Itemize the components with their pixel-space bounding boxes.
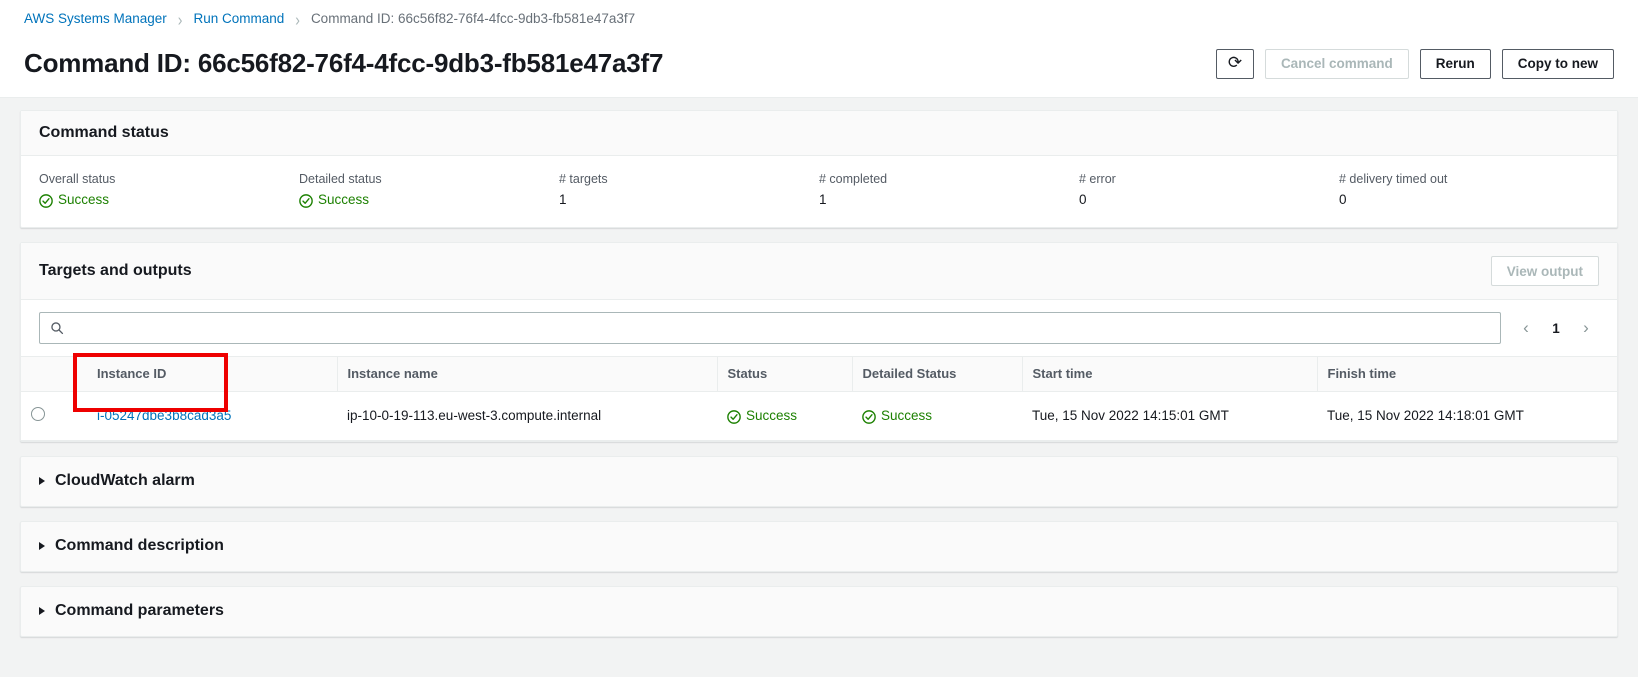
detailed-status-badge-text: Success (881, 408, 933, 423)
search-icon (51, 322, 64, 335)
targets-and-outputs-panel: Targets and outputs View output ‹ 1 › In… (20, 242, 1618, 442)
column-instance-name[interactable]: Instance name (336, 356, 717, 392)
status-field-value: Success (39, 192, 299, 208)
column-detailed-status[interactable]: Detailed Status (851, 356, 1022, 392)
status-field-label: # targets (559, 172, 608, 186)
breadcrumb-item-aws-systems-manager[interactable]: AWS Systems Manager (24, 11, 167, 26)
targets-table: Instance ID Instance name Status Detaile… (21, 356, 1617, 441)
rerun-button[interactable]: Rerun (1419, 48, 1491, 79)
row-select-cell[interactable] (21, 391, 67, 441)
success-check-icon (727, 409, 741, 424)
refresh-icon: ⟳ (1227, 53, 1243, 72)
status-field-detailed-status: Detailed status Success (299, 172, 559, 208)
breadcrumb-item-current: Command ID: 66c56f82-76f4-4fcc-9db3-fb58… (310, 11, 636, 26)
pagination-page-1[interactable]: 1 (1543, 315, 1569, 341)
status-field-label: # error (1079, 172, 1116, 186)
table-tools: ‹ 1 › (21, 300, 1617, 356)
row-radio-button[interactable] (31, 407, 45, 421)
status-field-label: Overall status (39, 172, 116, 186)
status-field-text: Success (58, 192, 110, 207)
status-field-label: # delivery timed out (1339, 172, 1448, 186)
status-field-value: Success (299, 192, 559, 208)
status-field-error: # error 0 (1079, 172, 1339, 207)
column-status[interactable]: Status (716, 356, 852, 392)
success-check-icon (39, 193, 53, 208)
status-field-value: 0 (1079, 192, 1087, 207)
column-finish-time[interactable]: Finish time (1316, 356, 1617, 392)
targets-title: Targets and outputs (39, 262, 192, 279)
search-input[interactable] (72, 319, 1490, 337)
detailed-status-badge: Success (862, 408, 1012, 424)
cell-instance-name: ip-10-0-19-113.eu-west-3.compute.interna… (337, 391, 717, 441)
instance-id-link[interactable]: i-05247dbe3b8cad3a5 (97, 408, 231, 423)
section-label: Command parameters (55, 602, 224, 619)
page-content: Command status Overall status Success De… (0, 98, 1638, 637)
page-root: AWS Systems Manager › Run Command › Comm… (0, 0, 1638, 677)
column-select (21, 356, 67, 392)
command-status-panel: Command status Overall status Success De… (20, 110, 1618, 228)
cancel-command-button[interactable]: Cancel command (1264, 48, 1409, 79)
status-badge-text: Success (746, 408, 798, 423)
targets-table-body: i-05247dbe3b8cad3a5 ip-10-0-19-113.eu-we… (21, 391, 1617, 441)
cell-instance-id: i-05247dbe3b8cad3a5 (67, 391, 337, 441)
chevron-right-icon (39, 542, 45, 550)
column-start-time[interactable]: Start time (1021, 356, 1317, 392)
status-field-value: 1 (819, 192, 827, 207)
copy-to-new-button[interactable]: Copy to new (1501, 48, 1614, 79)
table-header-row: Instance ID Instance name Status Detaile… (21, 356, 1617, 392)
cell-status: Success (717, 391, 852, 441)
command-status-title: Command status (39, 124, 169, 141)
targets-table-head: Instance ID Instance name Status Detaile… (21, 356, 1617, 392)
command-status-grid: Overall status Success Detailed status S… (21, 156, 1617, 227)
section-label: CloudWatch alarm (55, 472, 195, 489)
breadcrumb-separator-icon: › (295, 8, 300, 29)
breadcrumb: AWS Systems Manager › Run Command › Comm… (0, 0, 1638, 38)
cell-start-time: Tue, 15 Nov 2022 14:15:01 GMT (1022, 391, 1317, 441)
chevron-right-icon (39, 477, 45, 485)
view-output-button[interactable]: View output (1490, 256, 1599, 286)
section-command-parameters[interactable]: Command parameters (20, 586, 1618, 637)
command-status-header: Command status (21, 111, 1617, 156)
cell-detailed-status: Success (852, 391, 1022, 441)
targets-header: Targets and outputs View output (21, 243, 1617, 300)
section-command-description[interactable]: Command description (20, 521, 1618, 572)
header-actions: ⟳ Cancel command Rerun Copy to new (1215, 48, 1614, 79)
table-row[interactable]: i-05247dbe3b8cad3a5 ip-10-0-19-113.eu-we… (21, 391, 1617, 441)
status-field-label: # completed (819, 172, 888, 186)
chevron-right-icon (39, 607, 45, 615)
status-field-targets: # targets 1 (559, 172, 819, 207)
status-field-value: 0 (1339, 192, 1347, 207)
refresh-button[interactable]: ⟳ (1215, 48, 1254, 79)
section-cloudwatch-alarm[interactable]: CloudWatch alarm (20, 456, 1618, 507)
status-field-completed: # completed 1 (819, 172, 1079, 207)
page-title: Command ID: 66c56f82-76f4-4fcc-9db3-fb58… (24, 48, 664, 78)
pagination-next-icon[interactable]: › (1573, 315, 1599, 341)
pagination-prev-icon[interactable]: ‹ (1513, 315, 1539, 341)
status-field-value: 1 (559, 192, 567, 207)
cell-finish-time: Tue, 15 Nov 2022 14:18:01 GMT (1317, 391, 1617, 441)
section-label: Command description (55, 537, 224, 554)
status-field-overall-status: Overall status Success (39, 172, 299, 208)
breadcrumb-separator-icon: › (177, 8, 183, 29)
status-field-text: Success (318, 192, 370, 207)
status-field-delivery-timed-out: # delivery timed out 0 (1339, 172, 1599, 207)
success-check-icon (862, 409, 876, 424)
breadcrumb-item-run-command[interactable]: Run Command (193, 11, 284, 26)
success-check-icon (299, 193, 313, 208)
pagination: ‹ 1 › (1513, 315, 1599, 341)
status-field-label: Detailed status (299, 172, 382, 186)
page-header: Command ID: 66c56f82-76f4-4fcc-9db3-fb58… (0, 38, 1638, 98)
column-instance-id[interactable]: Instance ID (67, 356, 337, 392)
status-badge: Success (727, 408, 842, 424)
search-box[interactable] (39, 312, 1501, 344)
